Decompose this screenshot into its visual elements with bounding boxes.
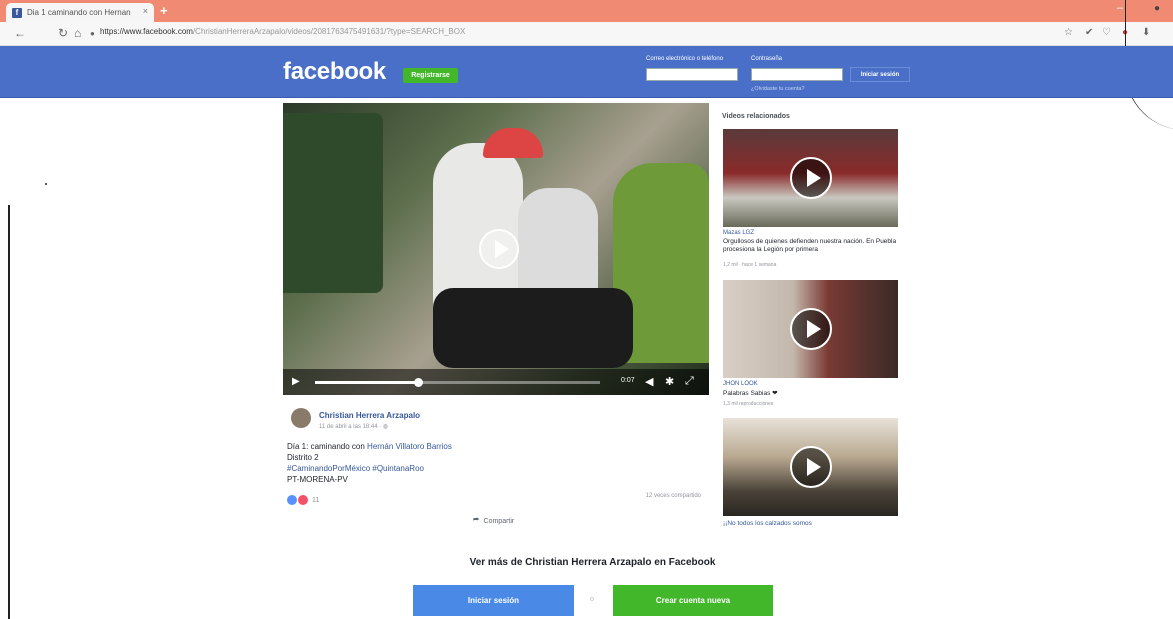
- forgot-account-link[interactable]: ¿Olvidaste tu cuenta?: [751, 86, 805, 92]
- related-video-thumb-2[interactable]: [723, 280, 898, 378]
- share-button[interactable]: ⮫ Compartir: [473, 517, 514, 525]
- facebook-favicon-icon: f: [12, 7, 22, 18]
- post-date[interactable]: 11 de abril a las 18:44 · ◍: [319, 423, 388, 430]
- address-bar: ← ↻ ⌂ ● https://www.facebook.com/Christi…: [0, 22, 1173, 46]
- like-reaction-icon: [287, 495, 297, 505]
- related-title-2[interactable]: Palabras Sabias ❤: [723, 390, 903, 398]
- play-button-icon[interactable]: [790, 157, 832, 199]
- reactions[interactable]: 11: [287, 495, 319, 505]
- pocket-icon[interactable]: ♡: [1102, 27, 1111, 38]
- create-account-button[interactable]: Crear cuenta nueva: [613, 585, 773, 616]
- browser-tab-bar: f Dia 1 caminando con Hernan × + – ●: [0, 0, 1173, 22]
- scan-edge-line: [8, 205, 10, 619]
- see-more-heading: Ver más de Christian Herrera Arzapalo en…: [469, 557, 716, 568]
- related-videos-title: Videos relacionados: [722, 113, 790, 120]
- main-video-player[interactable]: ▶ 0:07 ◀ ✱ ⤢: [283, 103, 709, 395]
- share-icon: ⮫: [473, 517, 480, 524]
- password-label: Contraseña: [751, 56, 783, 62]
- password-field[interactable]: [751, 68, 843, 81]
- facebook-logo[interactable]: facebook: [283, 58, 386, 86]
- settings-gear-icon[interactable]: ✱: [665, 375, 674, 388]
- video-progress-bar[interactable]: [315, 378, 600, 387]
- facebook-header: facebook Registrarse Correo electrónico …: [0, 46, 1173, 98]
- related-video-thumb-3[interactable]: [723, 418, 898, 516]
- post-line-2: Distrito 2: [287, 453, 319, 462]
- related-source-1[interactable]: Mazas LGZ: [723, 230, 754, 236]
- related-source-2[interactable]: JHON LOOK: [723, 381, 758, 387]
- reaction-count: 11: [312, 496, 320, 504]
- video-frame-red-cap: [483, 128, 543, 158]
- reload-icon[interactable]: ↻: [58, 26, 68, 40]
- post-author[interactable]: Christian Herrera Arzapalo: [319, 411, 420, 420]
- play-button-icon[interactable]: [790, 446, 832, 488]
- post-line-1: Día 1: caminando con Hernán Villatoro Ba…: [287, 442, 452, 451]
- scan-dot: [45, 183, 47, 185]
- share-count[interactable]: 12 veces compartido: [646, 493, 701, 499]
- home-icon[interactable]: ⌂: [74, 26, 81, 40]
- video-progress-knob[interactable]: [413, 378, 423, 387]
- signup-button[interactable]: Registrarse: [403, 68, 458, 83]
- post-line-4: PT-MORENA-PV: [287, 475, 348, 484]
- avatar[interactable]: [291, 408, 311, 428]
- play-button-icon[interactable]: [790, 308, 832, 350]
- bookmark-star-icon[interactable]: ☆: [1064, 27, 1073, 38]
- related-title-1[interactable]: Orgullosos de quienes defienden nuestra …: [723, 238, 903, 254]
- minimize-button[interactable]: –: [1117, 2, 1123, 14]
- login-button[interactable]: Iniciar sesión: [850, 67, 910, 82]
- related-meta-2: 1,3 mil reproducciones: [723, 401, 774, 407]
- browser-tab[interactable]: f Dia 1 caminando con Hernan ×: [6, 3, 154, 22]
- post-line-1-text: Día 1: caminando con: [287, 442, 368, 451]
- secure-lock-icon: ●: [90, 29, 95, 38]
- video-progress-fill: [315, 381, 418, 384]
- url-host: https://www.facebook.com: [100, 27, 193, 36]
- back-arrow-icon[interactable]: ←: [14, 26, 26, 40]
- related-video-thumb-1[interactable]: [723, 129, 898, 227]
- url-field[interactable]: https://www.facebook.com/ChristianHerrer…: [100, 27, 465, 36]
- url-path: /ChristianHerreraArzapalo/videos/2081763…: [192, 27, 466, 36]
- share-label: Compartir: [483, 517, 515, 525]
- login-button[interactable]: Iniciar sesión: [413, 585, 574, 616]
- play-button-icon[interactable]: [479, 229, 519, 269]
- love-reaction-icon: [298, 495, 308, 505]
- volume-icon[interactable]: ◀: [645, 375, 653, 388]
- play-icon[interactable]: ▶: [292, 376, 300, 387]
- tab-title: Dia 1 caminando con Hernan: [27, 8, 131, 17]
- extension-icon[interactable]: ✔: [1085, 27, 1093, 38]
- video-post: Christian Herrera Arzapalo 11 de abril a…: [283, 400, 709, 531]
- video-controls: ▶ 0:07 ◀ ✱ ⤢: [283, 369, 709, 395]
- video-frame-foliage: [283, 113, 383, 293]
- tagged-person-link[interactable]: Hernán Villatoro Barrios: [367, 442, 452, 451]
- or-separator: o: [590, 596, 594, 603]
- email-label: Correo electrónico o teléfono: [646, 56, 724, 62]
- related-meta-1: 1,2 mil · hace 1 semana: [723, 262, 777, 268]
- video-time: 0:07: [621, 377, 635, 384]
- related-title-3[interactable]: ¡¡No todos los calzados somos: [723, 520, 903, 528]
- email-field[interactable]: [646, 68, 738, 81]
- new-tab-button[interactable]: +: [160, 3, 168, 18]
- close-tab-icon[interactable]: ×: [143, 6, 148, 16]
- hashtag-links[interactable]: #CaminandoPorMéxico #QuintanaRoo: [287, 464, 424, 473]
- video-frame-motorcycle: [433, 288, 633, 368]
- fullscreen-icon[interactable]: ⤢: [685, 375, 694, 388]
